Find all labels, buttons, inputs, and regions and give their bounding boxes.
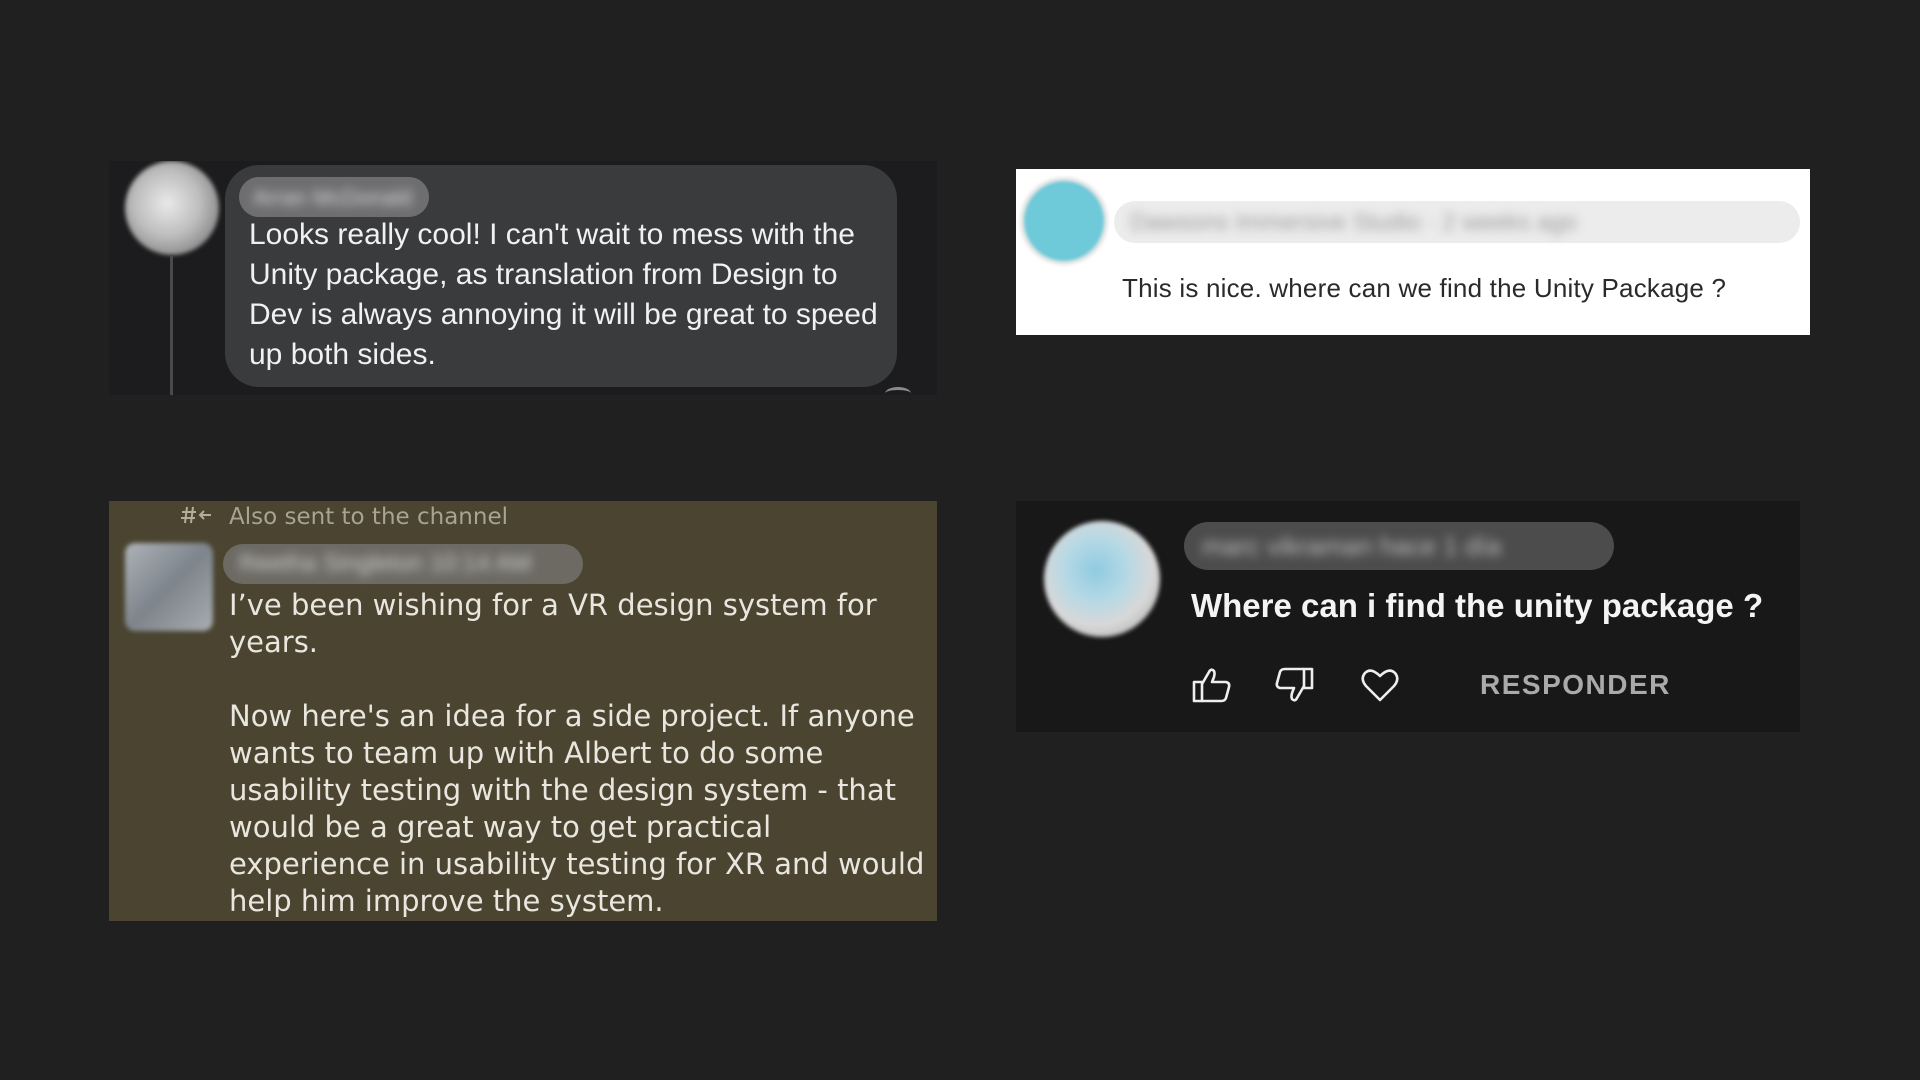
- avatar[interactable]: [125, 161, 219, 255]
- channel-reply-icon: [181, 503, 213, 527]
- comment-text: Looks really cool! I can't wait to mess …: [249, 218, 878, 371]
- author-name-text: Arran McDonald: [253, 185, 412, 210]
- reply-button[interactable]: RESPONDER: [1480, 669, 1671, 701]
- author-name[interactable]: Reetha Singleton 10:14 AM: [223, 544, 583, 584]
- avatar[interactable]: [125, 543, 213, 631]
- thread-line: [170, 255, 173, 395]
- avatar[interactable]: [1044, 521, 1160, 637]
- facebook-comment-card: Arran McDonald Looks really cool! I can'…: [109, 161, 937, 395]
- comment-text: This is nice. where can we find the Unit…: [1122, 273, 1727, 303]
- author-name-text: Reetha Singleton 10:14 AM: [239, 550, 532, 577]
- author-name[interactable]: marc vikraman hace 1 día: [1184, 522, 1614, 570]
- message-body: I’ve been wishing for a VR design system…: [229, 587, 929, 957]
- thumbs-up-icon[interactable]: [1190, 663, 1234, 707]
- author-name-text: Dawsons Immersive Studio · 2 weeks ago: [1130, 209, 1577, 236]
- message-paragraph: Now here's an idea for a side project. I…: [229, 699, 925, 918]
- youtube-comment-card: marc vikraman hace 1 día Where can i fin…: [1016, 501, 1800, 732]
- author-name[interactable]: Dawsons Immersive Studio · 2 weeks ago: [1114, 201, 1800, 243]
- comment-bubble: Arran McDonald Looks really cool! I can'…: [225, 165, 897, 387]
- slack-message-card: Also sent to the channel Reetha Singleto…: [109, 501, 937, 921]
- comment-text: Where can i find the unity package ?: [1191, 587, 1764, 624]
- author-name-text: marc vikraman hace 1 día: [1202, 531, 1502, 561]
- comment-actions: RESPONDER: [1190, 663, 1790, 707]
- avatar[interactable]: [1024, 181, 1104, 261]
- thumbs-down-icon[interactable]: [1272, 663, 1316, 707]
- white-comment-card: Dawsons Immersive Studio · 2 weeks ago T…: [1016, 169, 1810, 335]
- message-paragraph: I’ve been wishing for a VR design system…: [229, 588, 877, 659]
- reply-indicator: [885, 387, 911, 395]
- author-name[interactable]: Arran McDonald: [239, 177, 429, 217]
- heart-icon[interactable]: [1358, 663, 1402, 707]
- also-sent-note: Also sent to the channel: [229, 504, 508, 530]
